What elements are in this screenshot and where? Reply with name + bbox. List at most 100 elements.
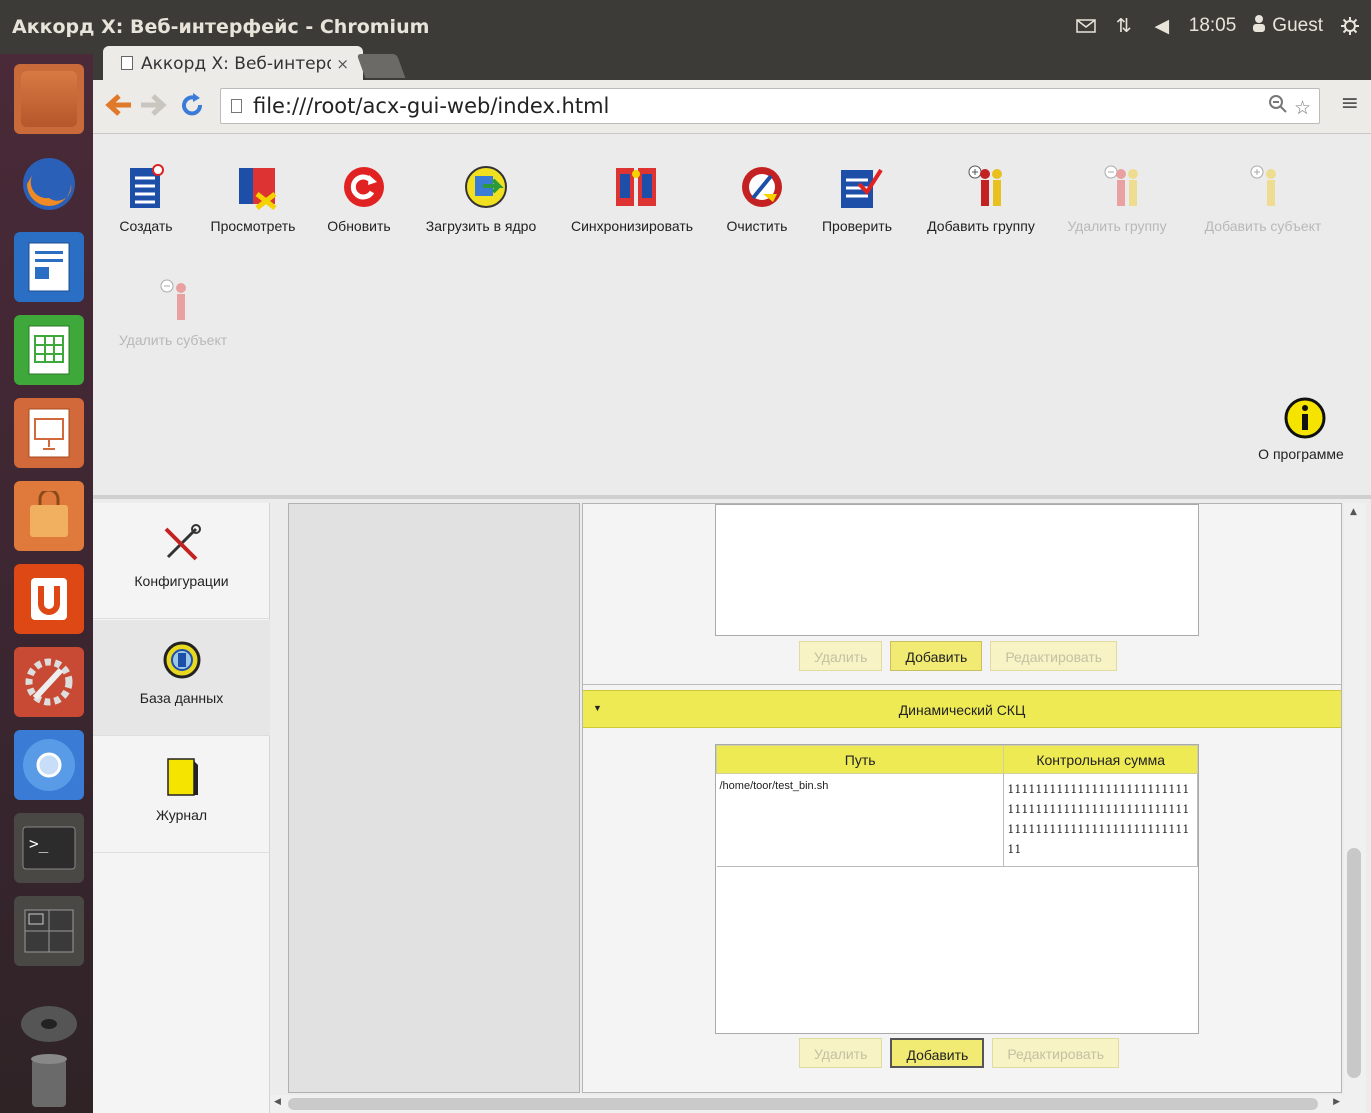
static-list-box[interactable] xyxy=(715,504,1199,636)
database-icon xyxy=(162,640,202,680)
back-arrow-icon[interactable] xyxy=(103,92,133,124)
check-list-icon xyxy=(839,164,883,208)
table-row[interactable]: /home/toor/test_bin.sh 11111111111111111… xyxy=(716,773,1198,867)
add-subject-button[interactable]: Добавить субъект xyxy=(1201,164,1325,234)
divider xyxy=(583,684,1341,685)
user-menu[interactable]: Guest xyxy=(1252,14,1323,38)
browser-tab[interactable]: Аккорд X: Веб-интерфейс × xyxy=(103,46,363,80)
about-button[interactable]: О программе xyxy=(1243,396,1359,462)
nav-item-database[interactable]: База данных xyxy=(93,620,270,736)
launcher-calc-button[interactable] xyxy=(14,315,84,385)
address-url[interactable]: file:///root/acx-gui-web/index.html xyxy=(253,94,609,118)
horizontal-scrollbar[interactable]: ◀ ▶ xyxy=(270,1095,1344,1113)
tab-title: Аккорд X: Веб-интерфейс xyxy=(141,54,331,74)
launcher-dash-button[interactable] xyxy=(14,64,84,134)
nav-item-configurations[interactable]: Конфигурации xyxy=(93,503,270,619)
launcher-disc-button[interactable] xyxy=(14,979,84,1049)
delete-group-label: Удалить группу xyxy=(1067,218,1167,234)
create-document-icon xyxy=(128,164,164,208)
launcher-impress-button[interactable] xyxy=(14,398,84,468)
network-icon[interactable]: ⇅ xyxy=(1113,16,1135,37)
delete-subject-button[interactable]: Удалить субъект xyxy=(115,278,231,348)
vertical-scroll-thumb[interactable] xyxy=(1347,848,1361,1078)
vertical-scrollbar[interactable]: ▲ xyxy=(1344,503,1366,1113)
launcher-trash-button[interactable] xyxy=(14,1044,84,1113)
nav-label-journal: Журнал xyxy=(155,807,208,823)
left-navigation: Конфигурации База данных Журнал xyxy=(93,503,270,1113)
launcher-software-center-button[interactable] xyxy=(14,481,84,551)
scroll-left-icon[interactable]: ◀ xyxy=(274,1097,281,1107)
static-edit-button[interactable]: Редактировать xyxy=(990,641,1118,671)
launcher-workspace-switcher-button[interactable] xyxy=(14,896,84,966)
delete-group-button[interactable]: Удалить группу xyxy=(1063,164,1171,234)
chromium-icon xyxy=(23,739,75,791)
synchronize-button[interactable]: Синхронизировать xyxy=(569,164,695,234)
check-button[interactable]: Проверить xyxy=(819,164,895,234)
launcher-system-settings-button[interactable] xyxy=(14,647,84,717)
dynamic-delete-button[interactable]: Удалить xyxy=(799,1038,883,1068)
horizontal-scroll-thumb[interactable] xyxy=(288,1098,1318,1110)
launcher-writer-button[interactable] xyxy=(14,232,84,302)
load-to-kernel-label: Загрузить в ядро xyxy=(425,218,537,234)
launcher-chromium-button[interactable] xyxy=(14,730,84,800)
reload-icon[interactable] xyxy=(179,92,205,124)
dynamic-table: Путь Контрольная сумма /home/toor/test_b… xyxy=(715,745,1198,867)
dynamic-section-title: Динамический СКЦ xyxy=(898,702,1026,718)
page-icon xyxy=(121,56,133,70)
refresh-button[interactable]: Обновить xyxy=(325,164,393,234)
tree-pane[interactable] xyxy=(288,503,580,1093)
workspace-switcher-icon xyxy=(24,909,74,953)
create-button[interactable]: Создать xyxy=(115,164,177,234)
wrench-gear-icon xyxy=(25,658,73,706)
info-icon xyxy=(1283,396,1326,439)
scroll-right-icon[interactable]: ▶ xyxy=(1333,1097,1340,1107)
browser-menu-icon[interactable]: ≡ xyxy=(1341,91,1359,116)
tools-icon xyxy=(162,523,202,563)
dynamic-add-button[interactable]: Добавить xyxy=(890,1038,985,1068)
address-bar[interactable]: file:///root/acx-gui-web/index.html ☆ xyxy=(220,88,1320,124)
column-header-path[interactable]: Путь xyxy=(715,745,1005,774)
zoom-icon[interactable] xyxy=(1268,95,1294,119)
static-add-button[interactable]: Добавить xyxy=(890,641,983,671)
clear-button[interactable]: Очистить xyxy=(725,164,789,234)
settings-gear-icon[interactable] xyxy=(1339,17,1361,35)
bookmark-star-icon[interactable]: ☆ xyxy=(1294,97,1311,119)
omnibox-actions: ☆ xyxy=(1268,94,1311,119)
launcher-firefox-button[interactable] xyxy=(14,149,84,219)
static-delete-button[interactable]: Удалить xyxy=(799,641,883,671)
synchronize-label: Синхронизировать xyxy=(570,218,694,234)
clock[interactable]: 18:05 xyxy=(1189,15,1237,37)
clear-label: Очистить xyxy=(726,218,788,234)
launcher-terminal-button[interactable]: >_ xyxy=(14,813,84,883)
tab-close-icon[interactable]: × xyxy=(336,55,349,73)
trash-icon xyxy=(31,1054,67,1107)
scroll-up-icon[interactable]: ▲ xyxy=(1350,507,1357,517)
forward-arrow-icon[interactable] xyxy=(139,92,169,124)
add-subject-label: Добавить субъект xyxy=(1204,218,1322,234)
writer-icon xyxy=(28,242,70,292)
dynamic-edit-button[interactable]: Редактировать xyxy=(992,1038,1120,1068)
column-header-checksum[interactable]: Контрольная сумма xyxy=(1003,745,1198,774)
refresh-icon xyxy=(341,164,384,207)
dynamic-section-header[interactable]: ▼ Динамический СКЦ xyxy=(583,690,1341,728)
clear-broom-icon xyxy=(739,164,782,207)
nav-item-journal[interactable]: Журнал xyxy=(93,737,270,853)
mail-icon[interactable] xyxy=(1075,17,1097,35)
add-group-button[interactable]: Добавить группу xyxy=(923,164,1039,234)
dynamic-table-buttons: Удалить Добавить Редактировать xyxy=(799,1038,1120,1068)
cell-path: /home/toor/test_bin.sh xyxy=(716,773,1005,867)
shopping-bag-icon xyxy=(30,491,68,537)
add-group-icon xyxy=(963,164,1002,206)
view-button[interactable]: Просмотреть xyxy=(203,164,303,234)
load-to-kernel-button[interactable]: Загрузить в ядро xyxy=(423,164,539,234)
page-icon xyxy=(231,99,242,113)
browser-toolbar: file:///root/acx-gui-web/index.html ☆ ≡ xyxy=(93,80,1371,134)
launcher-ubuntu-one-button[interactable] xyxy=(14,564,84,634)
new-tab-button[interactable] xyxy=(356,54,406,78)
delete-subject-label: Удалить субъект xyxy=(118,332,228,348)
impress-icon xyxy=(28,408,70,458)
terminal-icon: >_ xyxy=(22,826,76,870)
volume-icon[interactable]: ◀ xyxy=(1151,16,1173,37)
check-label: Проверить xyxy=(821,218,892,234)
user-icon xyxy=(1252,14,1266,38)
